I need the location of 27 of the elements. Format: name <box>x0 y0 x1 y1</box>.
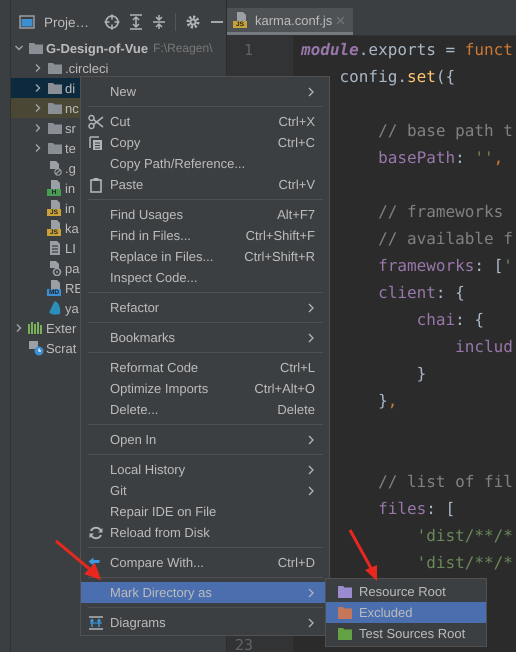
code-line: client: { <box>378 283 465 302</box>
code-line: module.exports = funct <box>301 40 513 59</box>
code-line: frameworks: [' <box>378 256 513 275</box>
code-line: includ <box>455 337 513 356</box>
project-path: F:\Reagen\ <box>153 41 212 55</box>
code-line: // list of fil <box>378 472 513 491</box>
shortcut-text: Alt+F7 <box>277 207 315 222</box>
code-line: // base path t <box>378 121 513 140</box>
shortcut-text: Ctrl+Shift+F <box>246 228 315 243</box>
code-line: // available f <box>378 229 513 248</box>
code-line: 'dist/**/* <box>416 526 513 545</box>
code-line: } <box>416 364 426 383</box>
code-line: files: [ <box>378 499 456 518</box>
shortcut-text: Delete <box>277 402 315 417</box>
shortcut-text: Ctrl+D <box>278 555 315 570</box>
shortcut-text: Ctrl+Shift+R <box>244 249 315 264</box>
code-line: basePath: '', <box>378 148 504 167</box>
code-line: 'dist/**/* <box>416 553 513 572</box>
shortcut-text: Ctrl+C <box>278 135 315 150</box>
code-line: }, <box>378 391 398 410</box>
code-line: config.set({ <box>340 67 456 86</box>
shortcut-text: Ctrl+X <box>278 114 315 129</box>
shortcut-text: Ctrl+Alt+O <box>254 381 315 396</box>
shortcut-text: Ctrl+V <box>278 177 315 192</box>
code-line: // frameworks <box>378 202 504 221</box>
shortcut-text: Ctrl+L <box>280 360 315 375</box>
code-line: chai: { <box>416 310 484 329</box>
